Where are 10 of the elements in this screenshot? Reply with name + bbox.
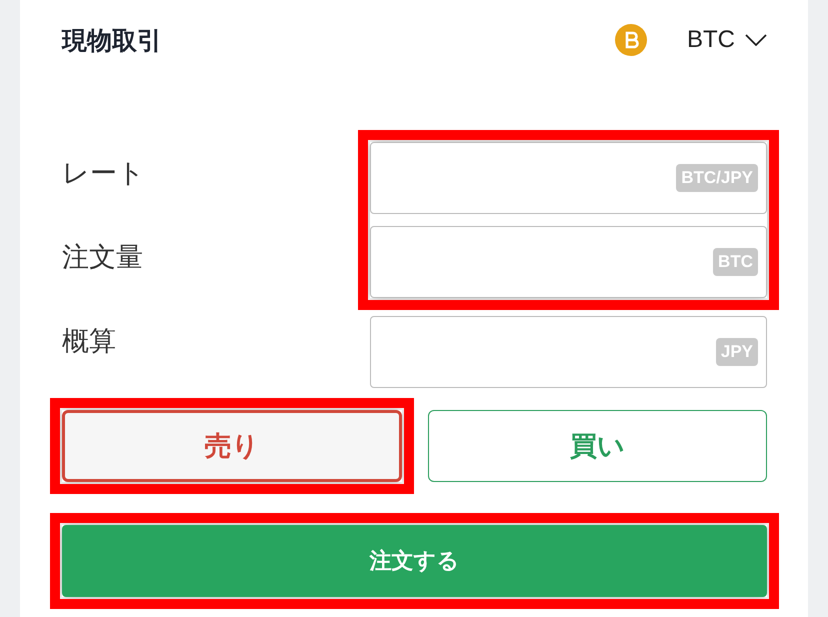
page-title: 現物取引 [62, 24, 162, 56]
order-button[interactable]: 注文する [62, 525, 767, 597]
side-button[interactable]: 買い [428, 410, 767, 482]
side-button[interactable]: 売り [62, 410, 402, 482]
chevron-down-icon [745, 34, 767, 46]
currency-select[interactable]: BTC [687, 26, 767, 54]
coin-icon [615, 24, 647, 56]
field-label: レート [62, 157, 146, 191]
field-label: 注文量 [62, 241, 144, 275]
field-label: 概算 [62, 325, 117, 359]
